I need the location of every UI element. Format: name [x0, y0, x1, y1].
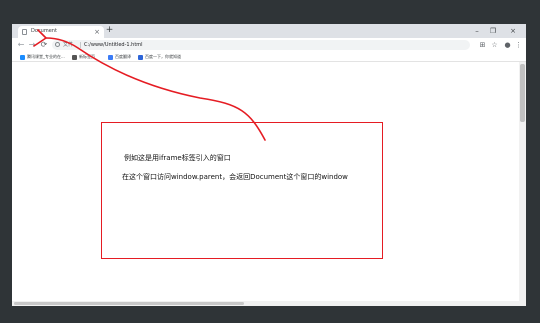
reload-button[interactable]: ⟳ — [39, 40, 49, 50]
bookmark-favicon-icon — [72, 54, 77, 60]
iframe-note: 例如这是用iframe标签引入的窗口 — [124, 154, 231, 162]
bookmark-star-icon[interactable]: ☆ — [490, 41, 499, 50]
browser-window: Document × + – ❐ × ← → ⟳ 文件 C:/www/Untit… — [12, 24, 526, 306]
address-bar[interactable]: 文件 C:/www/Untitled-1.html — [52, 40, 470, 50]
bookmark-item[interactable]: 百度翻译 — [108, 53, 131, 60]
page-icon — [22, 29, 27, 35]
bookmark-favicon-icon — [20, 54, 25, 60]
hscroll-thumb[interactable] — [14, 302, 244, 305]
iframe-annotation-box: 例如这是用iframe标签引入的窗口 在这个窗口访问window.parent，… — [101, 122, 383, 259]
bookmark-favicon-icon — [108, 54, 113, 60]
close-window-button[interactable]: × — [506, 25, 520, 37]
parent-note: 在这个窗口访问window.parent，会返回Document这个窗口的win… — [122, 173, 348, 181]
bookmark-label: 百度一下，你就知道 — [145, 54, 181, 59]
tab-close-icon[interactable]: × — [94, 27, 100, 37]
tab-title: Document — [31, 28, 57, 34]
horizontal-scrollbar[interactable] — [12, 301, 519, 306]
bookmark-favicon-icon — [138, 54, 143, 60]
page-content: 例如这是用iframe标签引入的窗口 在这个窗口访问window.parent，… — [12, 62, 526, 306]
vertical-scrollbar[interactable] — [519, 62, 526, 306]
translate-icon[interactable]: ⊞ — [478, 41, 487, 50]
menu-icon[interactable]: ⋮ — [514, 41, 523, 50]
bookmark-label: 百度翻译 — [115, 54, 131, 59]
url-text[interactable]: C:/www/Untitled-1.html — [84, 41, 143, 49]
forward-button[interactable]: → — [27, 40, 37, 50]
scrollbar-thumb[interactable] — [520, 64, 525, 122]
bookmark-item[interactable]: 百度一下，你就知道 — [138, 53, 181, 60]
bookmark-item[interactable]: 新标签页 — [72, 53, 95, 60]
minimize-button[interactable]: – — [470, 25, 484, 37]
tab-strip: Document × + – ❐ × — [12, 24, 526, 38]
restore-button[interactable]: ❐ — [486, 25, 500, 37]
bookmark-label: 新标签页 — [79, 54, 95, 59]
new-tab-button[interactable]: + — [104, 25, 115, 36]
bookmark-label: 腾讯课堂_专业的在... — [27, 54, 65, 59]
profile-icon[interactable]: ● — [503, 41, 512, 50]
security-label: 文件 — [63, 42, 74, 48]
info-icon[interactable] — [55, 42, 60, 47]
bookmark-item[interactable]: 腾讯课堂_专业的在... — [20, 53, 65, 60]
back-button[interactable]: ← — [16, 40, 26, 50]
bookmarks-bar: 腾讯课堂_专业的在... 新标签页 百度翻译 百度一下，你就知道 — [12, 52, 526, 62]
tab-document[interactable]: Document × — [18, 26, 104, 38]
toolbar: ← → ⟳ 文件 C:/www/Untitled-1.html ⊞ ☆ ● ⋮ — [12, 38, 526, 52]
address-divider — [80, 42, 81, 48]
